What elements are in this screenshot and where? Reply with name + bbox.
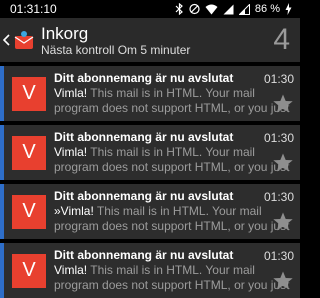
message-preview: »Vimla! This mail is in HTML. Your mail p… — [54, 204, 296, 234]
message-preview: Vimla! This mail is in HTML. Your mail pr… — [54, 86, 296, 116]
preview-line-2: program does not support HTML, or you ju… — [54, 101, 290, 115]
preview-line-2: program does not support HTML, or you ju… — [54, 160, 290, 174]
app-logo-icon[interactable] — [13, 29, 35, 51]
sender-avatar[interactable]: V — [12, 253, 46, 288]
next-check-subtitle: Nästa kontroll Om 5 minuter — [41, 42, 191, 57]
battery-charging-icon — [285, 3, 292, 15]
star-icon[interactable] — [272, 211, 294, 233]
unread-marker — [0, 243, 4, 298]
status-right: 86 % — [175, 3, 292, 15]
message-time: 01:30 — [263, 131, 294, 145]
signal-icon — [223, 4, 234, 15]
message-row[interactable]: V Ditt abonnemang är nu avslutat »Vimla!… — [0, 184, 300, 239]
unread-count: 4 — [273, 23, 290, 56]
sender-avatar[interactable]: V — [12, 76, 46, 111]
message-sender: Vimla! — [54, 263, 88, 277]
message-list: V Ditt abonnemang är nu avslutat Vimla! … — [0, 62, 300, 298]
status-bar: 01:31:10 86 % — [0, 0, 300, 18]
header-titles: Inkorg Nästa kontroll Om 5 minuter — [41, 24, 190, 57]
message-row[interactable]: V Ditt abonnemang är nu avslutat Vimla! … — [0, 125, 300, 180]
app-bar: Inkorg Nästa kontroll Om 5 minuter 4 — [0, 18, 300, 62]
preview-line-2: program does not support HTML, or you ju… — [54, 219, 290, 233]
status-clock: 01:31:10 — [10, 2, 57, 16]
unread-marker — [0, 125, 4, 180]
message-time: 01:30 — [263, 190, 294, 204]
message-sender: Vimla! — [54, 145, 88, 159]
message-time: 01:30 — [263, 249, 294, 263]
message-subject: Ditt abonnemang är nu avslutat — [54, 189, 234, 203]
preview-line-1: This mail is in HTML. Your mail — [87, 86, 255, 100]
sender-avatar[interactable]: V — [12, 194, 46, 229]
unread-marker — [0, 184, 4, 239]
message-subject: Ditt abonnemang är nu avslutat — [54, 248, 234, 262]
star-icon[interactable] — [272, 270, 294, 292]
status-left: 01:31:10 — [10, 2, 57, 16]
message-subject: Ditt abonnemang är nu avslutat — [54, 130, 234, 144]
battery-percent: 86 % — [254, 3, 280, 15]
sender-avatar[interactable]: V — [12, 135, 46, 170]
bluetooth-icon — [175, 3, 184, 15]
preview-line-1: This mail is in HTML. Your mail — [93, 204, 262, 218]
mute-icon — [189, 3, 200, 15]
message-subject: Ditt abonnemang är nu avslutat — [54, 71, 234, 85]
unread-marker — [0, 66, 4, 121]
message-sender: Vimla! — [54, 86, 88, 100]
message-preview: Vimla! This mail is in HTML. Your mail pr… — [54, 145, 296, 175]
message-time: 01:30 — [263, 72, 294, 86]
wifi-icon — [205, 4, 218, 15]
back-chevron-icon[interactable] — [1, 18, 11, 62]
message-row[interactable]: V Ditt abonnemang är nu avslutat Vimla! … — [0, 243, 300, 298]
preview-line-2: program does not support HTML, or you ju… — [54, 278, 290, 292]
message-row[interactable]: V Ditt abonnemang är nu avslutat Vimla! … — [0, 66, 300, 121]
star-icon[interactable] — [272, 93, 294, 115]
message-preview: Vimla! This mail is in HTML. Your mail pr… — [54, 263, 296, 293]
preview-line-1: This mail is in HTML. Your mail — [87, 263, 255, 277]
star-icon[interactable] — [272, 152, 294, 174]
message-sender: »Vimla! — [54, 204, 94, 218]
preview-line-1: This mail is in HTML. Your mail — [87, 145, 255, 159]
signal-2-icon — [238, 3, 250, 15]
page-title: Inkorg — [41, 23, 89, 43]
